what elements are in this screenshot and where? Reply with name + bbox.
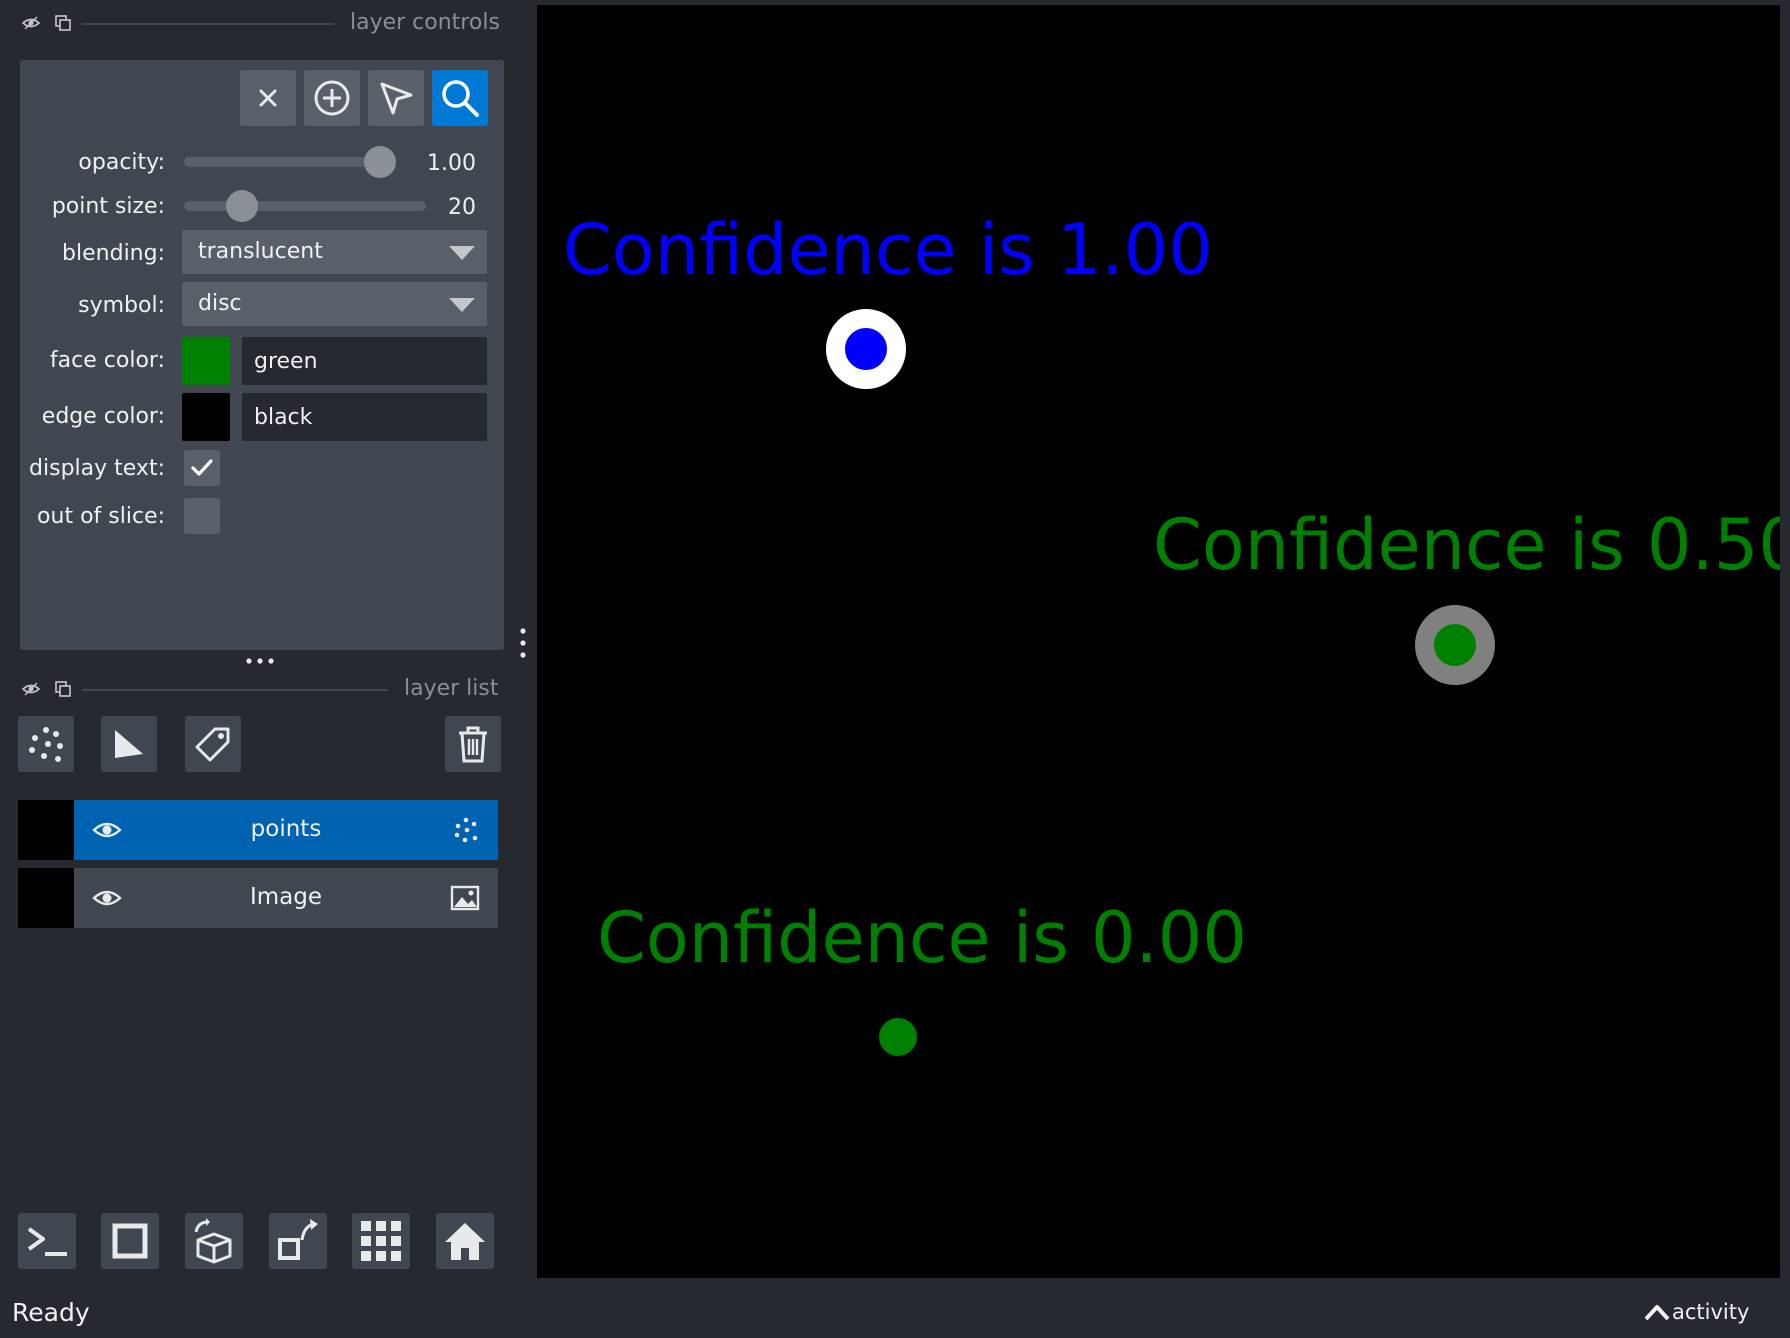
opacity-slider-handle[interactable] [364, 146, 396, 178]
float-panel-icon[interactable] [54, 14, 72, 32]
chevron-down-icon [449, 298, 475, 312]
layer-name[interactable]: points [134, 816, 438, 842]
select-points-button[interactable] [368, 70, 424, 126]
layer-list-title: layer list [404, 676, 499, 701]
new-points-layer-button[interactable] [18, 716, 74, 772]
add-points-button[interactable] [304, 70, 360, 126]
eye-toggle-icon[interactable] [22, 14, 40, 32]
label-tag-icon [195, 727, 230, 762]
edge-color-swatch[interactable] [182, 393, 230, 441]
square-2d-icon [112, 1223, 148, 1259]
edge-color-input[interactable]: black [242, 393, 487, 441]
point-size-label: point size: [51, 194, 165, 219]
point-text-label: Confidence is 0.50 [1153, 504, 1780, 586]
layer-controls-panel: opacity: 1.00 point size: 20 blending: t… [20, 60, 504, 650]
symbol-value: disc [198, 291, 242, 316]
activity-label: activity [1672, 1300, 1750, 1324]
cube-rotate-icon [194, 1218, 232, 1264]
point-size-slider-handle[interactable] [226, 190, 258, 222]
blending-value: translucent [198, 239, 323, 264]
dock-resize-handle[interactable] [518, 626, 528, 660]
layer-thumbnail [18, 868, 74, 928]
shapes-icon [115, 730, 143, 758]
header-divider [82, 23, 334, 25]
terminal-icon [27, 1227, 67, 1256]
layer-thumbnail [18, 800, 74, 860]
out-of-slice-label: out of slice: [37, 504, 165, 529]
delete-layer-button[interactable] [445, 716, 501, 772]
opacity-label: opacity: [78, 150, 165, 175]
reset-view-button[interactable] [436, 1213, 494, 1269]
visibility-eye-icon[interactable] [92, 884, 122, 912]
point-marker[interactable] [877, 1016, 919, 1058]
panel-resize-handle[interactable] [244, 656, 276, 666]
layer-controls-title: layer controls [350, 10, 500, 35]
trash-icon [459, 726, 487, 763]
new-shapes-layer-button[interactable] [101, 716, 157, 772]
points-layer-type-icon [452, 816, 480, 844]
edge-color-label: edge color: [41, 404, 165, 429]
chevron-up-icon [1644, 1305, 1670, 1321]
grid-mode-button[interactable] [352, 1213, 410, 1269]
layer-row-body[interactable]: Image [74, 868, 498, 928]
blending-dropdown[interactable]: translucent [182, 230, 487, 274]
home-icon [445, 1223, 485, 1260]
layer-row-points[interactable]: points [18, 800, 498, 860]
point-marker[interactable] [826, 309, 906, 389]
layer-list-header: layer list [0, 668, 520, 708]
layer-row-image[interactable]: Image [18, 868, 498, 928]
visibility-eye-icon[interactable] [92, 816, 122, 844]
activity-toggle[interactable]: activity [1644, 1300, 1749, 1324]
point-size-value: 20 [448, 195, 476, 220]
transpose-icon [278, 1219, 318, 1260]
eye-toggle-icon[interactable] [22, 680, 40, 698]
layer-name[interactable]: Image [134, 884, 438, 910]
point-size-slider[interactable] [184, 201, 426, 211]
symbol-label: symbol: [78, 293, 165, 318]
header-divider [82, 689, 388, 691]
face-color-swatch[interactable] [182, 337, 230, 385]
pan-zoom-button[interactable] [432, 70, 488, 126]
grid-icon [361, 1221, 401, 1261]
display-text-checkbox[interactable] [184, 450, 220, 486]
layer-controls-header: layer controls [0, 2, 520, 42]
point-marker[interactable] [1415, 605, 1495, 685]
image-layer-type-icon [450, 884, 480, 912]
points-icon [29, 727, 63, 762]
point-text-label: Confidence is 0.00 [597, 897, 1247, 979]
float-panel-icon[interactable] [54, 680, 72, 698]
status-text: Ready [12, 1298, 90, 1327]
viewer-canvas[interactable]: Confidence is 1.00 Confidence is 0.50 Co… [537, 5, 1780, 1278]
toggle-ndisplay-button[interactable] [101, 1213, 159, 1269]
layer-row-body[interactable]: points [74, 800, 498, 860]
console-button[interactable] [18, 1213, 76, 1269]
display-text-label: display text: [29, 456, 165, 481]
out-of-slice-checkbox[interactable] [184, 498, 220, 534]
point-text-label: Confidence is 1.00 [563, 209, 1213, 291]
new-labels-layer-button[interactable] [185, 716, 241, 772]
face-color-label: face color: [49, 348, 165, 373]
checkmark-icon [191, 459, 213, 476]
roll-dimensions-button[interactable] [185, 1213, 243, 1269]
face-color-input[interactable]: green [242, 337, 487, 385]
transpose-dimensions-button[interactable] [269, 1213, 327, 1269]
delete-points-button[interactable] [240, 70, 296, 126]
opacity-value: 1.00 [427, 151, 476, 176]
blending-label: blending: [62, 241, 165, 266]
chevron-down-icon [449, 246, 475, 260]
symbol-dropdown[interactable]: disc [182, 282, 487, 326]
